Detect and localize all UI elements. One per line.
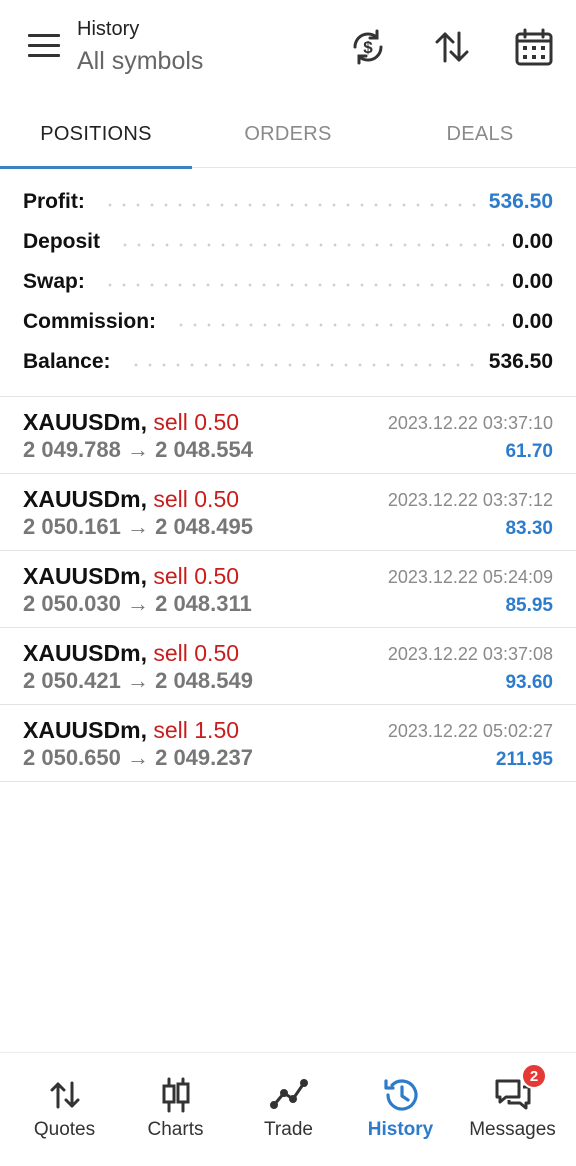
position-symbol: XAUUSDm,: [23, 409, 147, 435]
calendar-icon[interactable]: [513, 26, 555, 68]
position-symbol: XAUUSDm,: [23, 563, 147, 589]
position-side: sell 1.50: [153, 717, 240, 743]
summary-value: 536.50: [488, 190, 553, 213]
candlestick-icon: [156, 1075, 196, 1115]
summary-label: Commission:: [23, 310, 167, 334]
dotted-leader: [128, 363, 481, 367]
nav-trade[interactable]: Trade: [231, 1053, 346, 1166]
positions-list: XAUUSDm, sell 0.50 2 049.788 → 2 048.554…: [0, 397, 576, 782]
dotted-leader: [118, 243, 505, 247]
position-profit: 211.95: [495, 749, 553, 770]
symbol-filter[interactable]: All symbols: [77, 47, 203, 76]
menu-icon[interactable]: [28, 34, 62, 62]
list-item[interactable]: XAUUSDm, sell 1.50 2 050.650 → 2 049.237…: [0, 705, 576, 782]
position-time: 2023.12.22 03:37:10: [387, 413, 553, 433]
bottom-nav: Quotes Charts Trade History 2 Messages: [0, 1052, 576, 1166]
position-symbol: XAUUSDm,: [23, 640, 147, 666]
position-side: sell 0.50: [153, 486, 240, 512]
app-header: History All symbols $: [0, 0, 576, 96]
nav-label: Quotes: [33, 1119, 96, 1140]
position-side: sell 0.50: [153, 409, 240, 435]
summary-value: 0.00: [512, 310, 553, 333]
position-prices: 2 049.788 → 2 048.554: [23, 437, 253, 462]
summary-row-profit: Profit: 536.50: [0, 182, 576, 222]
position-prices: 2 050.421 → 2 048.549: [23, 668, 253, 693]
summary-label: Deposit: [23, 230, 111, 254]
nav-messages[interactable]: 2 Messages: [455, 1053, 570, 1166]
summary-label: Profit:: [23, 190, 95, 214]
sort-icon[interactable]: [431, 26, 473, 68]
summary-value: 536.50: [488, 350, 553, 373]
position-symbol: XAUUSDm,: [23, 717, 147, 743]
position-side: sell 0.50: [153, 563, 240, 589]
nav-history[interactable]: History: [343, 1053, 458, 1166]
summary-panel: Profit: 536.50 Deposit 0.00 Swap: 0.00 C…: [0, 182, 576, 382]
svg-text:$: $: [363, 38, 373, 57]
summary-label: Balance:: [23, 350, 121, 374]
history-tabs: POSITIONS ORDERS DEALS: [0, 100, 576, 169]
nav-label: Messages: [469, 1119, 556, 1140]
position-side: sell 0.50: [153, 640, 240, 666]
tab-orders[interactable]: ORDERS: [192, 100, 384, 168]
nav-charts[interactable]: Charts: [118, 1053, 233, 1166]
list-item[interactable]: XAUUSDm, sell 0.50 2 050.161 → 2 048.495…: [0, 474, 576, 551]
summary-label: Swap:: [23, 270, 95, 294]
nav-label: Charts: [147, 1119, 204, 1140]
summary-value: 0.00: [512, 230, 553, 253]
position-prices: 2 050.030 → 2 048.311: [23, 591, 252, 616]
position-symbol: XAUUSDm,: [23, 486, 147, 512]
summary-row-commission: Commission: 0.00: [0, 302, 576, 342]
summary-row-balance: Balance: 536.50: [0, 342, 576, 382]
currency-exchange-icon[interactable]: $: [347, 26, 389, 68]
page-title: History: [77, 18, 140, 40]
position-profit: 85.95: [505, 595, 553, 616]
dotted-leader: [102, 203, 481, 207]
position-prices: 2 050.161 → 2 048.495: [23, 514, 253, 539]
position-time: 2023.12.22 03:37:12: [387, 490, 553, 510]
list-item[interactable]: XAUUSDm, sell 0.50 2 050.421 → 2 048.549…: [0, 628, 576, 705]
list-item[interactable]: XAUUSDm, sell 0.50 2 050.030 → 2 048.311…: [0, 551, 576, 628]
nav-quotes[interactable]: Quotes: [7, 1053, 122, 1166]
quotes-icon: [45, 1075, 85, 1115]
dotted-leader: [174, 323, 505, 327]
summary-row-deposit: Deposit 0.00: [0, 222, 576, 262]
position-prices: 2 050.650 → 2 049.237: [23, 745, 253, 770]
position-profit: 83.30: [505, 518, 553, 539]
position-time: 2023.12.22 05:24:09: [387, 567, 553, 587]
tab-deals[interactable]: DEALS: [384, 100, 576, 168]
position-time: 2023.12.22 03:37:08: [387, 644, 553, 664]
nav-label: Trade: [264, 1119, 313, 1140]
unread-badge: 2: [521, 1063, 547, 1089]
summary-value: 0.00: [512, 270, 553, 293]
summary-row-swap: Swap: 0.00: [0, 262, 576, 302]
position-profit: 61.70: [505, 441, 553, 462]
position-time: 2023.12.22 05:02:27: [387, 721, 553, 741]
list-item[interactable]: XAUUSDm, sell 0.50 2 049.788 → 2 048.554…: [0, 397, 576, 474]
tab-positions[interactable]: POSITIONS: [0, 100, 192, 169]
trade-icon: [269, 1075, 309, 1115]
position-profit: 93.60: [505, 672, 553, 693]
nav-label: History: [367, 1119, 434, 1140]
dotted-leader: [102, 283, 505, 287]
history-icon: [381, 1075, 421, 1115]
